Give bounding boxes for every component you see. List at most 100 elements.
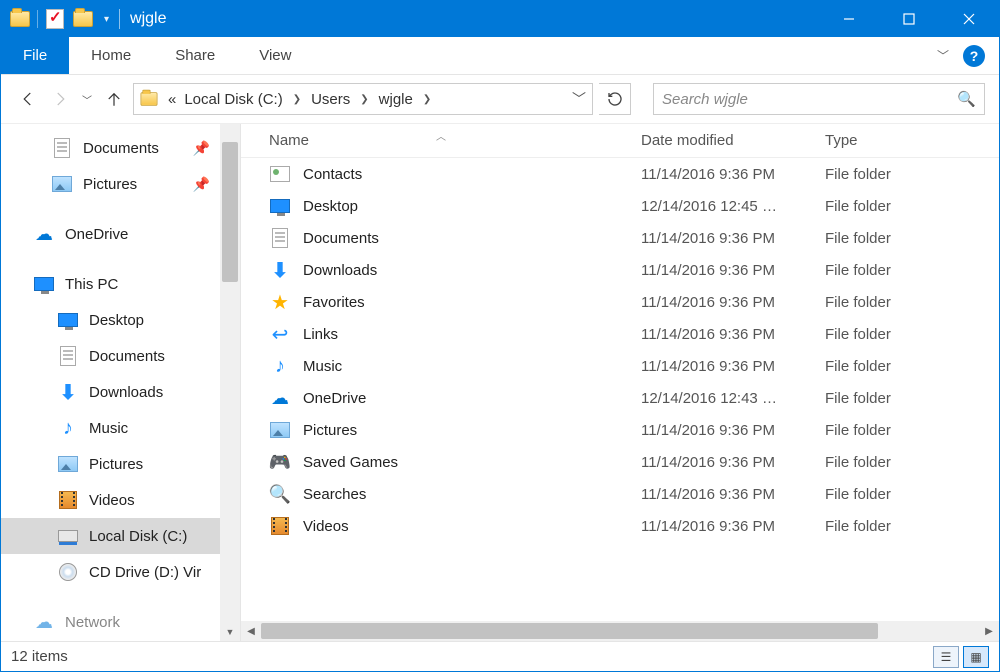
tab-home[interactable]: Home xyxy=(69,37,153,74)
search-icon[interactable]: 🔍 xyxy=(957,90,976,108)
file-row[interactable]: Desktop 12/14/2016 12:45 … File folder xyxy=(241,190,999,222)
window-controls xyxy=(819,1,999,37)
qat-dropdown-icon[interactable]: ▾ xyxy=(100,14,113,25)
file-name: Downloads xyxy=(303,262,377,279)
minimize-button[interactable] xyxy=(819,1,879,37)
file-type: File folder xyxy=(821,294,999,311)
search-input[interactable] xyxy=(662,91,957,108)
tree-item-network[interactable]: ☁ Network xyxy=(1,604,220,640)
file-row[interactable]: ★Favorites 11/14/2016 9:36 PM File folde… xyxy=(241,286,999,318)
file-row[interactable]: ☁OneDrive 12/14/2016 12:43 … File folder xyxy=(241,382,999,414)
cloud-icon: ☁ xyxy=(269,388,291,408)
ribbon-tabs: File Home Share View ﹀ ? xyxy=(1,37,999,75)
file-name: Saved Games xyxy=(303,454,398,471)
tree-item-thispc[interactable]: This PC xyxy=(1,266,220,302)
close-button[interactable] xyxy=(939,1,999,37)
address-bar[interactable]: « Local Disk (C:) ❯ Users ❯ wjgle ❯ ﹀ xyxy=(133,83,593,115)
video-icon xyxy=(269,516,291,536)
refresh-button[interactable] xyxy=(599,83,631,115)
file-name: Searches xyxy=(303,486,366,503)
file-date: 11/14/2016 9:36 PM xyxy=(641,358,821,375)
horizontal-scrollbar[interactable]: ◀ ▶ xyxy=(241,621,999,641)
ribbon-expand-icon[interactable]: ﹀ xyxy=(937,47,949,64)
file-name: Contacts xyxy=(303,166,362,183)
column-name[interactable]: Name ︿ xyxy=(241,132,641,149)
history-dropdown-icon[interactable]: ﹀ xyxy=(79,86,95,112)
file-row[interactable]: Contacts 11/14/2016 9:36 PM File folder xyxy=(241,158,999,190)
tree-item[interactable]: Documents xyxy=(1,338,220,374)
breadcrumb-prefix[interactable]: « xyxy=(166,91,178,108)
explorer-window: ▾ wjgle File Home Share View ﹀ ? ﹀ « Loc… xyxy=(0,0,1000,672)
scroll-left-icon[interactable]: ◀ xyxy=(241,626,261,637)
file-row[interactable]: 🔍Searches 11/14/2016 9:36 PM File folder xyxy=(241,478,999,510)
pin-icon: 📌 xyxy=(193,140,210,157)
scroll-right-icon[interactable]: ▶ xyxy=(979,626,999,637)
tree-item-onedrive[interactable]: ☁ OneDrive xyxy=(1,216,220,252)
tree-item[interactable]: Videos xyxy=(1,482,220,518)
forward-button[interactable] xyxy=(47,86,73,112)
scroll-down-icon[interactable]: ▼ xyxy=(220,623,240,641)
folder-icon[interactable] xyxy=(9,8,31,30)
cloud-icon: ☁ xyxy=(33,224,55,244)
icons-view-button[interactable]: ▦ xyxy=(963,646,989,668)
new-folder-icon[interactable] xyxy=(72,8,94,30)
file-row[interactable]: 🎮Saved Games 11/14/2016 9:36 PM File fol… xyxy=(241,446,999,478)
tree-scrollbar[interactable]: ▲ ▼ xyxy=(220,124,240,641)
file-tab[interactable]: File xyxy=(1,37,69,74)
file-type: File folder xyxy=(821,486,999,503)
details-view-button[interactable]: ☰ xyxy=(933,646,959,668)
file-row[interactable]: Videos 11/14/2016 9:36 PM File folder xyxy=(241,510,999,542)
column-label: Name xyxy=(269,132,309,149)
file-name: Documents xyxy=(303,230,379,247)
tree-item-documents[interactable]: Documents 📌 xyxy=(1,130,220,166)
scroll-thumb[interactable] xyxy=(261,623,878,639)
column-date[interactable]: Date modified xyxy=(641,132,821,149)
column-type[interactable]: Type xyxy=(821,132,999,149)
link-icon: ↩ xyxy=(269,324,291,344)
chevron-right-icon[interactable]: ❯ xyxy=(419,94,435,105)
file-type: File folder xyxy=(821,422,999,439)
tree-item[interactable]: CD Drive (D:) Vir xyxy=(1,554,220,590)
file-row[interactable]: ↩Links 11/14/2016 9:36 PM File folder xyxy=(241,318,999,350)
tree-item[interactable]: Pictures xyxy=(1,446,220,482)
breadcrumb-item[interactable]: Users xyxy=(309,91,352,108)
breadcrumb-item[interactable]: Local Disk (C:) xyxy=(182,91,284,108)
separator xyxy=(37,10,38,28)
tree-item[interactable]: ⬇Downloads xyxy=(1,374,220,410)
maximize-button[interactable] xyxy=(879,1,939,37)
file-date: 11/14/2016 9:36 PM xyxy=(641,166,821,183)
tab-share[interactable]: Share xyxy=(153,37,237,74)
scroll-up-icon[interactable]: ▲ xyxy=(220,124,240,142)
tree-item[interactable]: Local Disk (C:) xyxy=(1,518,220,554)
breadcrumb-item[interactable]: wjgle xyxy=(377,91,415,108)
chevron-right-icon[interactable]: ❯ xyxy=(289,94,305,105)
content-area: Documents 📌 Pictures 📌 ☁ OneDrive This P… xyxy=(1,123,999,641)
tree-item[interactable]: ♪Music xyxy=(1,410,220,446)
file-date: 11/14/2016 9:36 PM xyxy=(641,486,821,503)
monitor-icon xyxy=(269,196,291,216)
back-button[interactable] xyxy=(15,86,41,112)
address-dropdown-icon[interactable]: ﹀ xyxy=(566,89,592,109)
tree-label: Documents xyxy=(89,348,165,365)
file-row[interactable]: ♪Music 11/14/2016 9:36 PM File folder xyxy=(241,350,999,382)
file-row[interactable]: ⬇Downloads 11/14/2016 9:36 PM File folde… xyxy=(241,254,999,286)
window-title: wjgle xyxy=(130,10,166,28)
file-name: Desktop xyxy=(303,198,358,215)
contact-icon xyxy=(269,164,291,184)
up-button[interactable] xyxy=(101,86,127,112)
search-box[interactable]: 🔍 xyxy=(653,83,985,115)
scroll-thumb[interactable] xyxy=(222,142,238,282)
help-icon[interactable]: ? xyxy=(963,45,985,67)
chevron-right-icon[interactable]: ❯ xyxy=(356,94,372,105)
file-row[interactable]: Pictures 11/14/2016 9:36 PM File folder xyxy=(241,414,999,446)
file-type: File folder xyxy=(821,262,999,279)
tree-label: Pictures xyxy=(83,176,137,193)
properties-icon[interactable] xyxy=(44,8,66,30)
file-date: 11/14/2016 9:36 PM xyxy=(641,230,821,247)
sort-asc-icon: ︿ xyxy=(436,128,446,143)
video-icon xyxy=(57,490,79,510)
tree-item-pictures[interactable]: Pictures 📌 xyxy=(1,166,220,202)
file-row[interactable]: Documents 11/14/2016 9:36 PM File folder xyxy=(241,222,999,254)
tab-view[interactable]: View xyxy=(237,37,313,74)
tree-item[interactable]: Desktop xyxy=(1,302,220,338)
